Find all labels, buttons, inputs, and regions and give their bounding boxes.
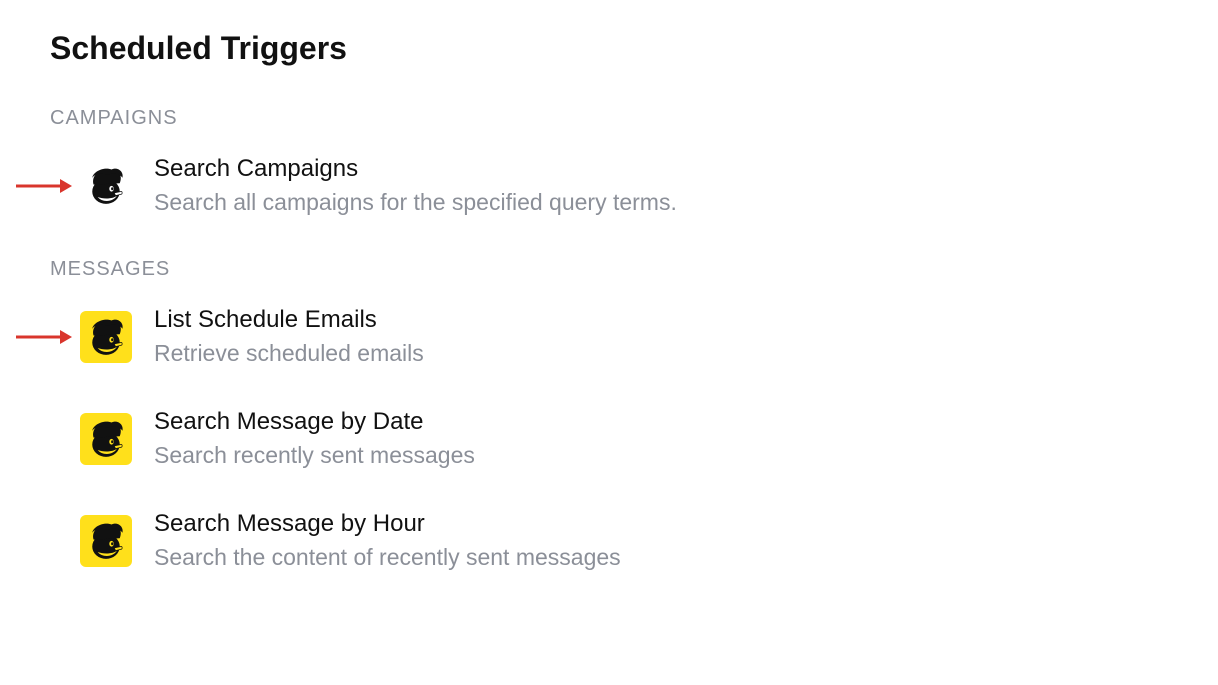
- page-root: Scheduled Triggers CAMPAIGNS: [0, 0, 1218, 643]
- trigger-title: Search Campaigns: [154, 154, 677, 184]
- annotation-arrow-icon: [16, 327, 72, 347]
- trigger-item-search-campaigns[interactable]: Search Campaigns Search all campaigns fo…: [50, 154, 1168, 218]
- trigger-list: List Schedule Emails Retrieve scheduled …: [50, 305, 1168, 573]
- trigger-text: Search Campaigns Search all campaigns fo…: [154, 154, 677, 218]
- trigger-item-search-message-by-hour[interactable]: Search Message by Hour Search the conten…: [50, 509, 1168, 573]
- mailchimp-icon: [80, 160, 132, 212]
- trigger-item-list-schedule-emails[interactable]: List Schedule Emails Retrieve scheduled …: [50, 305, 1168, 369]
- trigger-list: Search Campaigns Search all campaigns fo…: [50, 154, 1168, 218]
- mailchimp-icon: [80, 515, 132, 567]
- trigger-text: List Schedule Emails Retrieve scheduled …: [154, 305, 424, 369]
- annotation-arrow-icon: [16, 176, 72, 196]
- trigger-title: Search Message by Hour: [154, 509, 621, 539]
- mailchimp-icon: [80, 413, 132, 465]
- trigger-title: List Schedule Emails: [154, 305, 424, 335]
- section-messages: MESSAGES: [50, 258, 1168, 573]
- trigger-text: Search Message by Hour Search the conten…: [154, 509, 621, 573]
- trigger-desc: Retrieve scheduled emails: [154, 339, 424, 369]
- section-label: CAMPAIGNS: [50, 107, 1168, 130]
- section-campaigns: CAMPAIGNS: [50, 107, 1168, 218]
- trigger-desc: Search all campaigns for the specified q…: [154, 188, 677, 218]
- trigger-desc: Search the content of recently sent mess…: [154, 543, 621, 573]
- trigger-item-search-message-by-date[interactable]: Search Message by Date Search recently s…: [50, 407, 1168, 471]
- trigger-text: Search Message by Date Search recently s…: [154, 407, 475, 471]
- trigger-title: Search Message by Date: [154, 407, 475, 437]
- page-title: Scheduled Triggers: [50, 30, 1168, 67]
- mailchimp-icon: [80, 311, 132, 363]
- trigger-desc: Search recently sent messages: [154, 441, 475, 471]
- section-label: MESSAGES: [50, 258, 1168, 281]
